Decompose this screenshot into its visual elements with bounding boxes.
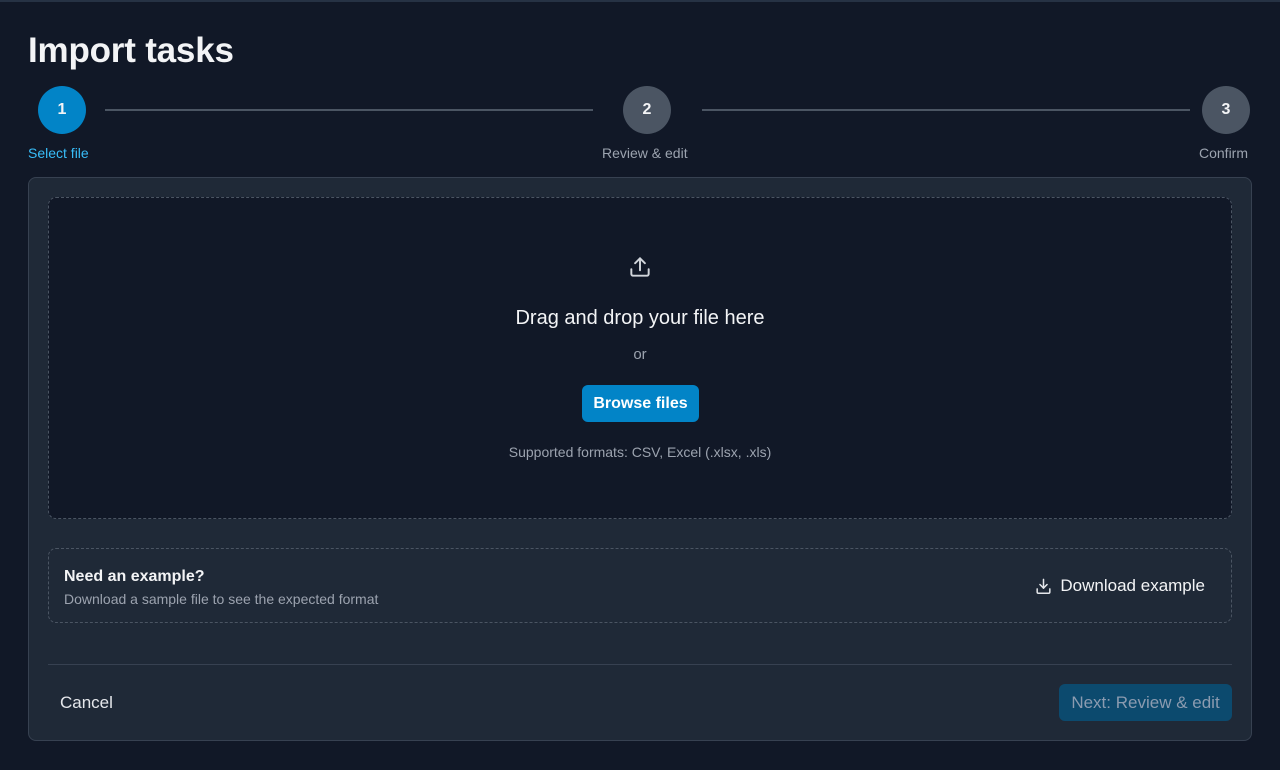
example-title: Need an example? xyxy=(64,568,205,585)
step-3-label: Confirm xyxy=(1199,145,1249,161)
upload-icon xyxy=(627,254,653,280)
step-3-indicator: 3 xyxy=(1202,86,1250,134)
step-1-label: Select file xyxy=(28,145,89,161)
window-top-border xyxy=(0,0,1280,2)
cancel-button[interactable]: Cancel xyxy=(48,684,125,721)
import-card: Drag and drop your file here or Browse f… xyxy=(28,177,1252,741)
example-panel: Need an example? Download a sample file … xyxy=(48,548,1232,623)
footer-divider xyxy=(48,664,1232,665)
step-2-indicator: 2 xyxy=(623,86,671,134)
download-example-button[interactable]: Download example xyxy=(1024,567,1215,605)
supported-formats-text: Supported formats: CSV, Excel (.xlsx, .x… xyxy=(508,444,772,460)
step-2-label: Review & edit xyxy=(602,145,688,161)
browse-files-button[interactable]: Browse files xyxy=(582,385,699,422)
page-title: Import tasks xyxy=(28,31,234,70)
step-1-indicator: 1 xyxy=(38,86,86,134)
next-review-button[interactable]: Next: Review & edit xyxy=(1059,684,1232,721)
dropzone-title: Drag and drop your file here xyxy=(515,307,765,329)
dropzone-or-text: or xyxy=(633,346,647,363)
step-connector-1 xyxy=(105,109,593,111)
step-connector-2 xyxy=(702,109,1190,111)
file-dropzone[interactable]: Drag and drop your file here or Browse f… xyxy=(48,197,1232,519)
download-example-label: Download example xyxy=(1060,576,1205,595)
download-icon xyxy=(1034,577,1053,596)
example-subtitle: Download a sample file to see the expect… xyxy=(64,591,379,607)
